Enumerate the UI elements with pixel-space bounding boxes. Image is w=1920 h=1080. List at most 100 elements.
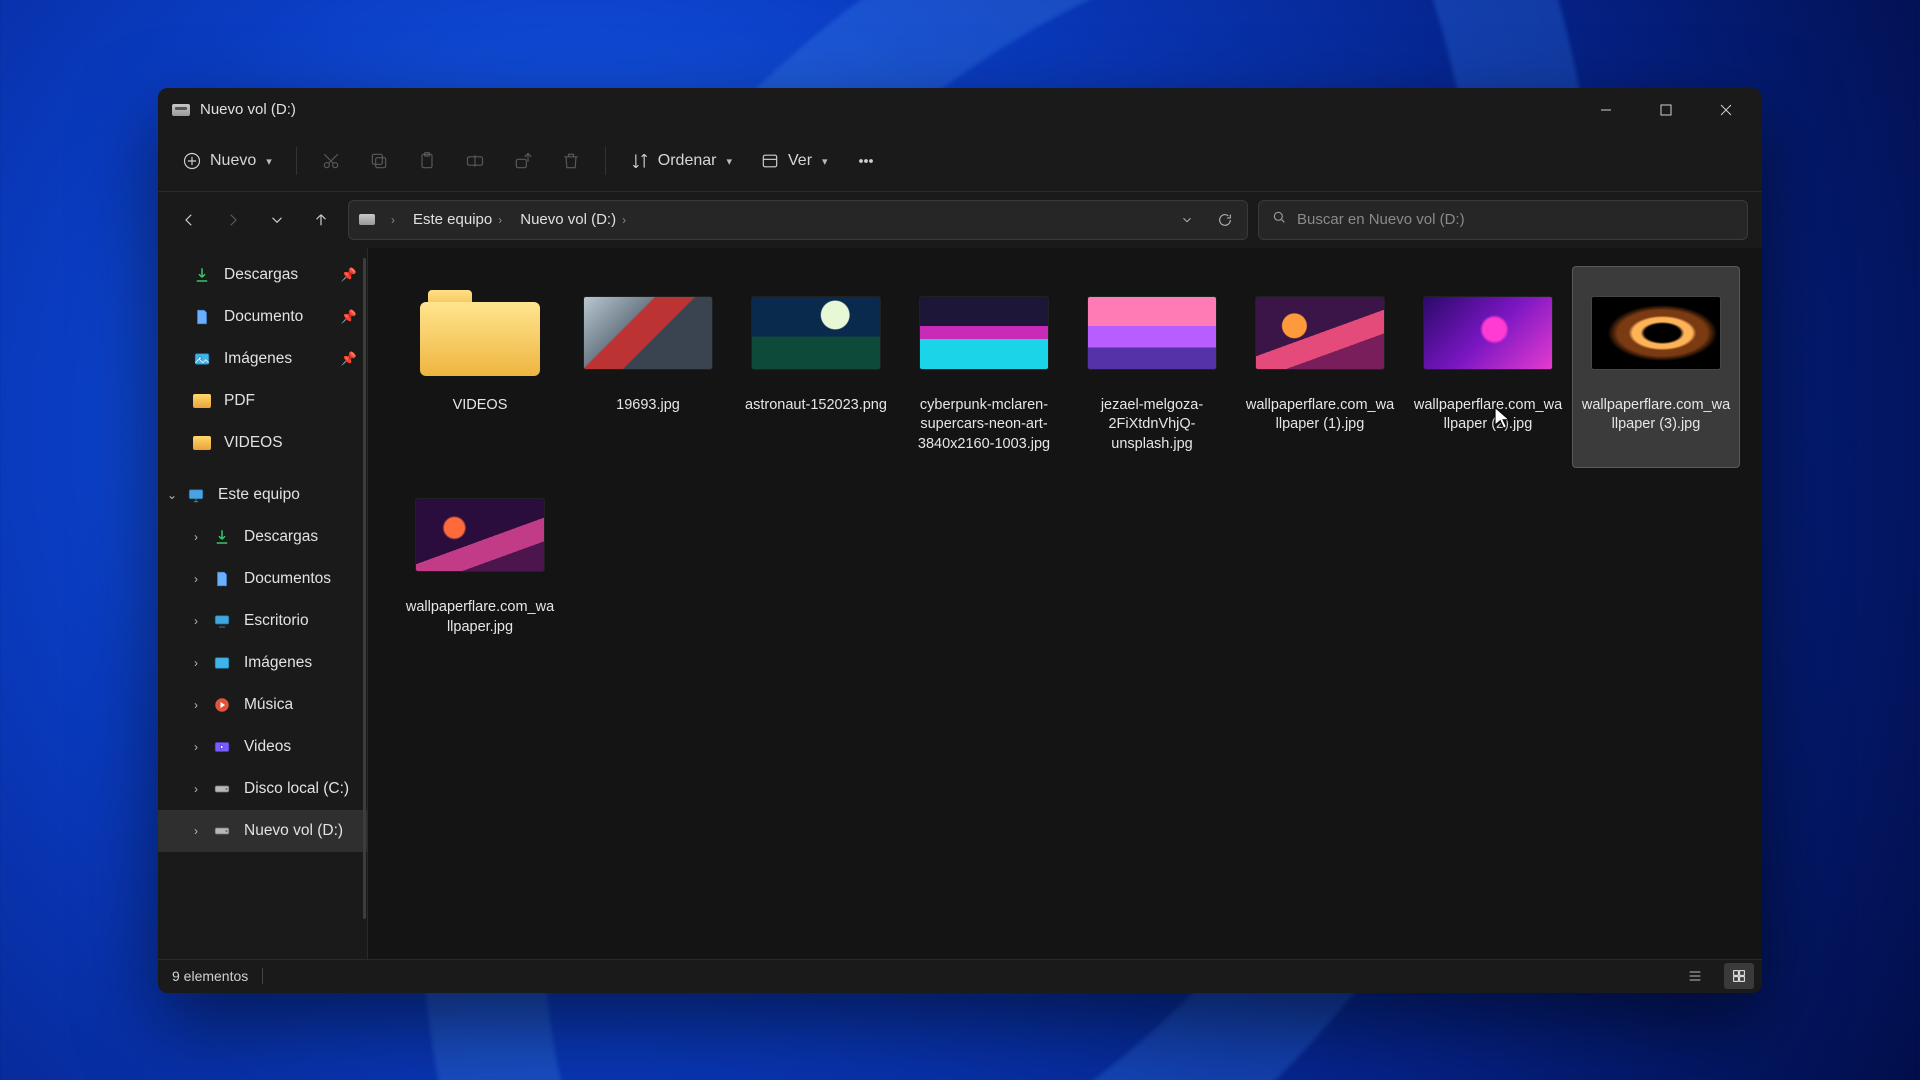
back-button[interactable]	[172, 203, 206, 237]
file-name: wallpaperflare.com_wallpaper (3).jpg	[1581, 396, 1731, 435]
more-button[interactable]	[844, 141, 888, 181]
image-thumbnail	[920, 297, 1048, 369]
file-name: wallpaperflare.com_wallpaper.jpg	[405, 598, 555, 637]
sidebar-item-disk-d[interactable]: › Nuevo vol (D:)	[158, 810, 367, 852]
breadcrumb-sep[interactable]: ›	[385, 209, 401, 231]
sidebar-item-pdf[interactable]: PDF	[158, 380, 367, 422]
sidebar-item-thispc[interactable]: ⌄ Este equipo	[158, 474, 367, 516]
sort-label: Ordenar	[658, 152, 717, 170]
sidebar-item-documents-pc[interactable]: › Documentos	[158, 558, 367, 600]
cut-icon	[321, 151, 341, 171]
sidebar-item-label: PDF	[224, 392, 255, 410]
sidebar-item-label: Imágenes	[224, 350, 292, 368]
expand-icon[interactable]: ›	[188, 782, 204, 796]
content-area[interactable]: VIDEOS 19693.jpg astronaut-152023.png cyber…	[368, 248, 1762, 959]
sidebar-item-desktop[interactable]: › Escritorio	[158, 600, 367, 642]
up-button[interactable]	[304, 203, 338, 237]
file-item[interactable]: 19693.jpg	[564, 266, 732, 469]
file-item[interactable]: jezael-melgoza-2FiXtdnVhjQ-unsplash.jpg	[1068, 266, 1236, 469]
expand-icon[interactable]: ›	[188, 530, 204, 544]
refresh-button[interactable]	[1209, 204, 1241, 236]
image-icon	[212, 653, 232, 673]
breadcrumb-root[interactable]: Este equipo ›	[407, 207, 508, 232]
expand-icon[interactable]: ›	[188, 614, 204, 628]
view-button[interactable]: Ver ▾	[748, 141, 840, 181]
sort-button[interactable]: Ordenar ▾	[618, 141, 744, 181]
titlebar[interactable]: Nuevo vol (D:)	[158, 88, 1762, 132]
maximize-button[interactable]	[1636, 88, 1696, 132]
plus-circle-icon	[182, 151, 202, 171]
expand-icon[interactable]: ⌄	[164, 488, 180, 502]
sidebar-item-label: Documentos	[244, 570, 331, 588]
folder-icon	[420, 290, 540, 376]
desktop-icon	[212, 611, 232, 631]
file-item[interactable]: wallpaperflare.com_wallpaper (1).jpg	[1236, 266, 1404, 469]
file-item[interactable]: cyberpunk-mclaren-supercars-neon-art-384…	[900, 266, 1068, 469]
recent-button[interactable]	[260, 203, 294, 237]
toolbar: Nuevo ▾	[158, 132, 1762, 192]
paste-button[interactable]	[405, 141, 449, 181]
address-bar[interactable]: › Este equipo › Nuevo vol (D:) ›	[348, 200, 1248, 240]
sidebar-item-downloads[interactable]: Descargas 📌	[158, 254, 367, 296]
chevron-down-icon: ▾	[726, 155, 732, 168]
sidebar-item-label: Disco local (C:)	[244, 780, 349, 798]
video-icon	[212, 737, 232, 757]
sidebar-item-disk-c[interactable]: › Disco local (C:)	[158, 768, 367, 810]
file-name: VIDEOS	[453, 396, 508, 416]
share-button[interactable]	[501, 141, 545, 181]
sidebar-item-label: Descargas	[224, 266, 298, 284]
expand-icon[interactable]: ›	[188, 572, 204, 586]
expand-icon[interactable]: ›	[188, 824, 204, 838]
copy-button[interactable]	[357, 141, 401, 181]
breadcrumb-current[interactable]: Nuevo vol (D:) ›	[514, 207, 632, 232]
image-thumbnail	[584, 297, 712, 369]
folder-icon	[192, 391, 212, 411]
file-name: cyberpunk-mclaren-supercars-neon-art-384…	[909, 396, 1059, 455]
sidebar-item-images[interactable]: Imágenes 📌	[158, 338, 367, 380]
folder-icon	[192, 433, 212, 453]
sidebar-item-documents[interactable]: Documento 📌	[158, 296, 367, 338]
drive-icon	[212, 821, 232, 841]
search-box[interactable]	[1258, 200, 1748, 240]
file-item[interactable]: wallpaperflare.com_wallpaper (2).jpg	[1404, 266, 1572, 469]
sidebar[interactable]: Descargas 📌 Documento 📌 Imágenes 📌 PDF	[158, 248, 368, 959]
document-icon	[212, 569, 232, 589]
file-item[interactable]: wallpaperflare.com_wallpaper (3).jpg	[1572, 266, 1740, 469]
close-button[interactable]	[1696, 88, 1756, 132]
drive-icon	[172, 104, 190, 116]
sidebar-item-label: Documento	[224, 308, 303, 326]
sidebar-item-videos-pc[interactable]: › Videos	[158, 726, 367, 768]
sidebar-item-images-pc[interactable]: › Imágenes	[158, 642, 367, 684]
minimize-button[interactable]	[1576, 88, 1636, 132]
file-item[interactable]: wallpaperflare.com_wallpaper.jpg	[396, 468, 564, 651]
search-input[interactable]	[1297, 211, 1735, 228]
address-dropdown[interactable]	[1171, 204, 1203, 236]
details-view-toggle[interactable]	[1680, 963, 1710, 989]
sidebar-item-label: Música	[244, 696, 293, 714]
expand-icon[interactable]: ›	[188, 656, 204, 670]
file-name: wallpaperflare.com_wallpaper (2).jpg	[1413, 396, 1563, 435]
file-item[interactable]: astronaut-152023.png	[732, 266, 900, 469]
rename-button[interactable]	[453, 141, 497, 181]
sort-icon	[630, 151, 650, 171]
delete-button[interactable]	[549, 141, 593, 181]
cut-button[interactable]	[309, 141, 353, 181]
thumbnails-view-toggle[interactable]	[1724, 963, 1754, 989]
download-icon	[212, 527, 232, 547]
image-thumbnail	[1088, 297, 1216, 369]
sidebar-item-music[interactable]: › Música	[158, 684, 367, 726]
expand-icon[interactable]: ›	[188, 698, 204, 712]
expand-icon[interactable]: ›	[188, 740, 204, 754]
image-thumbnail	[416, 499, 544, 571]
nav-row: › Este equipo › Nuevo vol (D:) ›	[158, 192, 1762, 248]
forward-button[interactable]	[216, 203, 250, 237]
file-name: astronaut-152023.png	[745, 396, 887, 416]
sidebar-item-downloads-pc[interactable]: › Descargas	[158, 516, 367, 558]
image-thumbnail	[1592, 297, 1720, 369]
document-icon	[192, 307, 212, 327]
music-icon	[212, 695, 232, 715]
new-button[interactable]: Nuevo ▾	[170, 141, 284, 181]
sidebar-item-label: Escritorio	[244, 612, 309, 630]
folder-item[interactable]: VIDEOS	[396, 266, 564, 469]
sidebar-item-videos-quick[interactable]: VIDEOS	[158, 422, 367, 464]
